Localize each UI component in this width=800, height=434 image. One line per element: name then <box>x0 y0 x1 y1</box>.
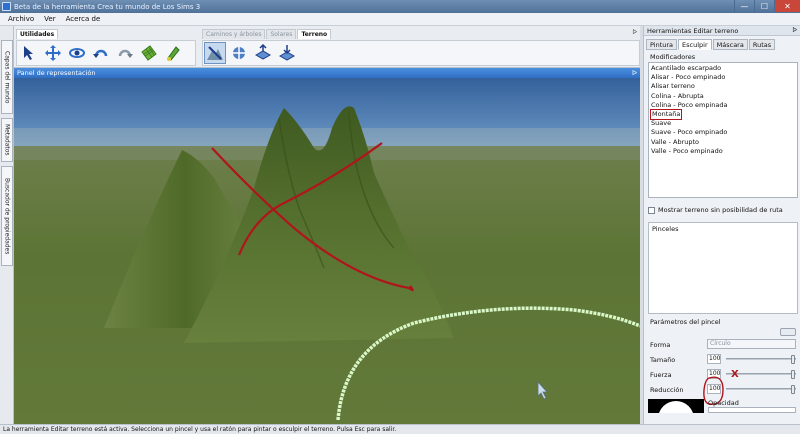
opacidad-input[interactable] <box>708 407 796 413</box>
fuerza-label: Fuerza <box>650 371 672 379</box>
reduccion-slider[interactable] <box>726 385 796 394</box>
tamano-label: Tamaño <box>650 356 676 364</box>
slider-thumb[interactable] <box>791 370 795 379</box>
opacity-row: Opacidad <box>644 397 800 413</box>
camera-orbit-icon[interactable] <box>66 42 88 64</box>
modifiers-list: Acantilado escarpado Alisar - Poco empin… <box>648 62 798 198</box>
terrain-tools-panel: Herramientas Editar terreno ᐅ Pintura Es… <box>643 26 800 424</box>
tools-tabstrip: Caminos y árboles Solares Terreno <box>202 29 332 39</box>
terrain-tools-header: Herramientas Editar terreno ᐅ <box>644 26 800 36</box>
menu-ver[interactable]: Ver <box>44 15 55 23</box>
menu-bar: Archivo Ver Acerca de <box>0 13 800 26</box>
window-title: Beta de la herramienta Crea tu mundo de … <box>14 2 201 11</box>
terrain-edit-icon[interactable] <box>204 42 226 64</box>
tab-capas-del-mundo[interactable]: Capas del mundo <box>1 40 13 114</box>
paint-tool-icon[interactable] <box>162 42 184 64</box>
list-item[interactable]: Colina - Abrupta <box>651 92 795 101</box>
list-item[interactable]: Valle - Poco empinado <box>651 147 795 156</box>
utilities-toolbar <box>16 40 196 66</box>
forma-label: Forma <box>650 341 671 349</box>
collapse-row <box>644 327 800 337</box>
utilities-tabstrip: Utilidades <box>16 29 59 39</box>
render-panel-title: Panel de representación <box>17 69 96 77</box>
unroutable-terrain-row: Mostrar terreno sin posibilidad de ruta <box>644 198 800 216</box>
tab-utilidades[interactable]: Utilidades <box>16 29 59 39</box>
tab-mascara[interactable]: Máscara <box>712 39 748 50</box>
slider-thumb[interactable] <box>791 385 795 394</box>
tab-solares[interactable]: Solares <box>266 29 297 39</box>
title-bar: Beta de la herramienta Crea tu mundo de … <box>0 0 800 13</box>
menu-acerca-de[interactable]: Acerca de <box>66 15 101 23</box>
tab-buscador-de-propiedades[interactable]: Buscador de propiedades <box>1 166 13 266</box>
app-icon <box>2 2 11 11</box>
brushes-label: Pinceles <box>652 225 679 233</box>
forma-select[interactable]: Círculo <box>707 339 796 349</box>
tab-metadatos[interactable]: Metadatos <box>1 118 13 162</box>
close-button[interactable]: ✕ <box>774 0 800 12</box>
brush-preview <box>648 399 704 413</box>
list-item[interactable]: Colina - Poco empinada <box>651 101 795 110</box>
list-item-label: Montaña <box>649 108 683 121</box>
list-item[interactable]: Acantilado escarpado <box>651 64 795 73</box>
collapse-button[interactable] <box>780 328 796 336</box>
terrain-toolbar <box>202 40 640 66</box>
terrain-paint-icon[interactable] <box>228 42 250 64</box>
status-bar: La herramienta Editar terreno está activ… <box>0 424 800 434</box>
brush-params-title: Parámetros del pincel <box>650 318 721 326</box>
minimize-button[interactable]: — <box>734 0 754 12</box>
left-dock: Capas del mundo Metadatos Buscador de pr… <box>0 26 14 424</box>
undo-icon[interactable] <box>90 42 112 64</box>
tamano-slider[interactable] <box>726 355 796 364</box>
tab-terreno[interactable]: Terreno <box>297 29 332 39</box>
maximize-button[interactable]: ☐ <box>754 0 774 12</box>
redo-icon[interactable] <box>114 42 136 64</box>
reduccion-label: Reducción <box>650 386 684 394</box>
list-item[interactable]: Valle - Abrupto <box>651 138 795 147</box>
terrain-scene <box>14 78 640 424</box>
unroutable-terrain-checkbox[interactable] <box>648 206 655 214</box>
list-item[interactable]: Suave - Poco empinado <box>651 128 795 137</box>
brushes-box: Pinceles <box>648 222 798 314</box>
tamano-row: Tamaño 100 <box>644 352 800 367</box>
tab-rutas[interactable]: Rutas <box>748 39 776 50</box>
tab-caminos-y-arboles[interactable]: Caminos y árboles <box>202 29 266 39</box>
move-tool-icon[interactable] <box>42 42 64 64</box>
annotation-x: X <box>731 369 739 380</box>
slider-thumb[interactable] <box>791 355 795 364</box>
list-item-highlighted[interactable]: Montaña <box>649 108 795 121</box>
terrain-tools-title: Herramientas Editar terreno <box>647 27 739 35</box>
render-panel-pin-icon[interactable]: ᐅ <box>632 68 637 78</box>
tab-esculpir[interactable]: Esculpir <box>678 39 712 50</box>
list-item[interactable]: Suave <box>651 119 795 128</box>
render-viewport[interactable] <box>14 78 640 424</box>
app-window: Beta de la herramienta Crea tu mundo de … <box>0 0 800 434</box>
toolbar-pin-icon[interactable]: ᐅ <box>632 29 637 36</box>
window-controls: — ☐ ✕ <box>734 0 800 13</box>
list-item[interactable]: Alisar - Poco empinado <box>651 73 795 82</box>
render-panel-header: Panel de representación ᐅ <box>14 68 640 78</box>
grid-tool-icon[interactable] <box>138 42 160 64</box>
terrain-tools-pin-icon[interactable]: ᐅ <box>792 26 797 36</box>
tamano-input[interactable]: 100 <box>707 354 721 364</box>
tab-pintura[interactable]: Pintura <box>646 39 678 50</box>
toolbar-area: Utilidades Caminos y árboles Solares Ter… <box>14 26 640 68</box>
opacidad-label: Opacidad <box>708 399 739 407</box>
select-arrow-icon[interactable] <box>18 42 40 64</box>
unroutable-terrain-label: Mostrar terreno sin posibilidad de ruta <box>658 206 783 214</box>
menu-archivo[interactable]: Archivo <box>8 15 34 23</box>
forma-row: Forma Círculo <box>644 337 800 352</box>
terrain-tabs: Pintura Esculpir Máscara Rutas <box>644 36 800 50</box>
terrain-flatten-icon[interactable] <box>252 42 274 64</box>
terrain-import-icon[interactable] <box>276 42 298 64</box>
list-item[interactable]: Alisar terreno <box>651 82 795 91</box>
modifiers-label: Modificadores <box>650 53 696 61</box>
